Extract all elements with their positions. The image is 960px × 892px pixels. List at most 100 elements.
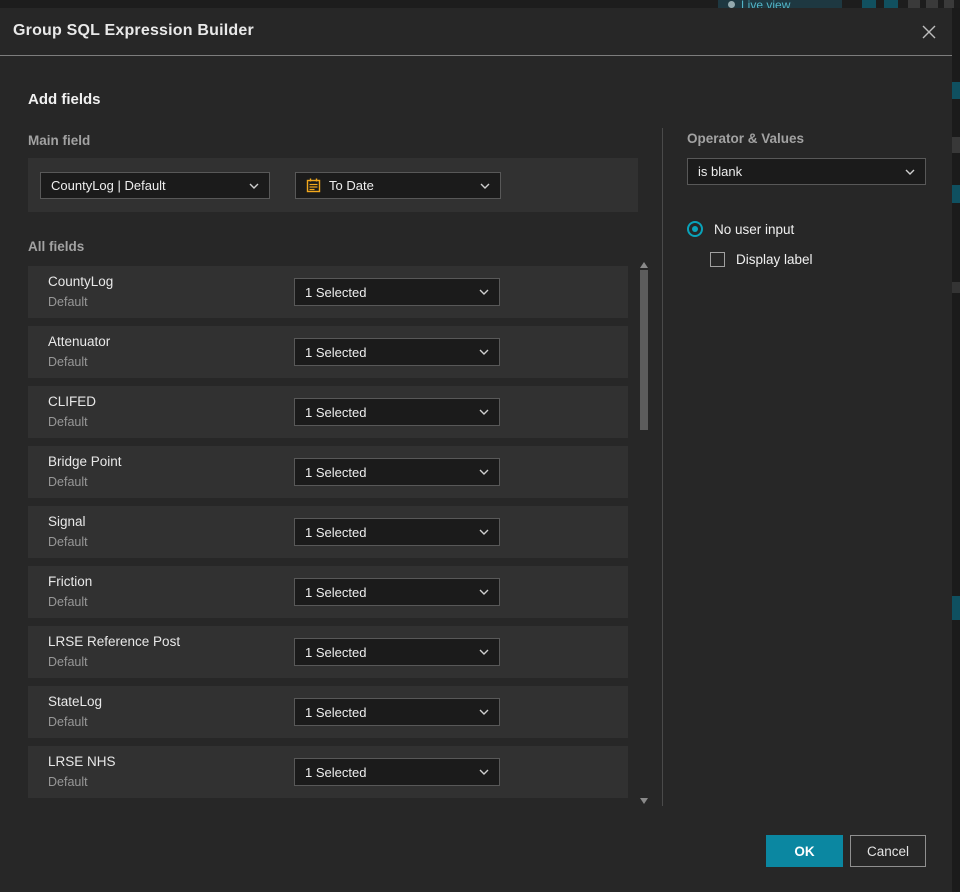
- field-selected-dropdown[interactable]: 1 Selected: [294, 578, 500, 606]
- dialog-title: Group SQL Expression Builder: [13, 22, 254, 39]
- background-panel-block: [952, 185, 960, 203]
- background-toolbar-icon: [908, 0, 920, 8]
- field-name: Signal: [48, 514, 86, 529]
- field-row: Attenuator Default 1 Selected: [28, 326, 628, 378]
- field-selected-dropdown[interactable]: 1 Selected: [294, 758, 500, 786]
- background-toolbar-icon: [862, 0, 876, 8]
- field-selected-value: 1 Selected: [305, 284, 367, 300]
- field-layer: Default: [48, 415, 88, 429]
- background-panel-block: [952, 282, 960, 293]
- chevron-down-icon: [479, 769, 489, 775]
- dialog-header: Group SQL Expression Builder: [0, 8, 952, 56]
- field-selected-dropdown[interactable]: 1 Selected: [294, 518, 500, 546]
- background-panel-block: [952, 596, 960, 620]
- field-layer: Default: [48, 295, 88, 309]
- scrollbar-up-icon[interactable]: [640, 262, 648, 268]
- field-layer: Default: [48, 715, 88, 729]
- add-fields-heading: Add fields: [28, 91, 101, 108]
- main-field-date-select[interactable]: To Date: [295, 172, 501, 199]
- ok-button[interactable]: OK: [766, 835, 843, 867]
- field-selected-value: 1 Selected: [305, 344, 367, 360]
- fields-list-scrollbar[interactable]: [639, 260, 649, 806]
- background-right-strip: [952, 8, 960, 892]
- main-field-container: CountyLog | Default To Date: [28, 158, 638, 212]
- live-view-dot-icon: [728, 1, 735, 8]
- field-selected-value: 1 Selected: [305, 524, 367, 540]
- operator-select[interactable]: is blank: [687, 158, 926, 185]
- field-selected-dropdown[interactable]: 1 Selected: [294, 698, 500, 726]
- field-row: CLIFED Default 1 Selected: [28, 386, 628, 438]
- live-view-button[interactable]: Live view: [718, 0, 842, 8]
- checkbox-unchecked-icon: [710, 252, 725, 267]
- operator-values-heading: Operator & Values: [687, 131, 805, 146]
- field-layer: Default: [48, 355, 88, 369]
- field-row: Signal Default 1 Selected: [28, 506, 628, 558]
- field-selected-value: 1 Selected: [305, 644, 367, 660]
- field-selected-dropdown[interactable]: 1 Selected: [294, 458, 500, 486]
- field-selected-dropdown[interactable]: 1 Selected: [294, 398, 500, 426]
- field-name: LRSE NHS: [48, 754, 116, 769]
- field-selected-value: 1 Selected: [305, 404, 367, 420]
- field-selected-value: 1 Selected: [305, 704, 367, 720]
- chevron-down-icon: [479, 349, 489, 355]
- scrollbar-down-icon[interactable]: [640, 798, 648, 804]
- background-toolbar-icon: [926, 0, 938, 8]
- chevron-down-icon: [249, 183, 259, 189]
- date-select-value: To Date: [329, 178, 374, 193]
- field-selected-dropdown[interactable]: 1 Selected: [294, 338, 500, 366]
- display-label-text: Display label: [736, 252, 813, 267]
- field-name: Bridge Point: [48, 454, 122, 469]
- field-name: CountyLog: [48, 274, 114, 289]
- field-name: StateLog: [48, 694, 103, 709]
- field-selected-value: 1 Selected: [305, 764, 367, 780]
- field-selected-dropdown[interactable]: 1 Selected: [294, 638, 500, 666]
- chevron-down-icon: [479, 529, 489, 535]
- live-view-label: Live view: [741, 0, 791, 8]
- field-name: Attenuator: [48, 334, 111, 349]
- field-row: Bridge Point Default 1 Selected: [28, 446, 628, 498]
- all-fields-label: All fields: [28, 239, 85, 254]
- display-label-checkbox[interactable]: Display label: [710, 252, 813, 267]
- field-layer: Default: [48, 535, 88, 549]
- chevron-down-icon: [479, 469, 489, 475]
- main-field-label: Main field: [28, 133, 91, 148]
- field-layer: Default: [48, 475, 88, 489]
- field-row: CountyLog Default 1 Selected: [28, 266, 628, 318]
- field-row: LRSE Reference Post Default 1 Selected: [28, 626, 628, 678]
- chevron-down-icon: [479, 409, 489, 415]
- field-row: StateLog Default 1 Selected: [28, 686, 628, 738]
- group-sql-expression-builder-dialog: Group SQL Expression Builder Add fields …: [0, 8, 952, 892]
- background-panel-block: [952, 137, 960, 153]
- field-layer: Default: [48, 655, 88, 669]
- field-layer: Default: [48, 775, 88, 789]
- field-selected-dropdown[interactable]: 1 Selected: [294, 278, 500, 306]
- field-selected-value: 1 Selected: [305, 584, 367, 600]
- screen: Live view Group SQL Expression Builder A…: [0, 0, 960, 892]
- field-name: LRSE Reference Post: [48, 634, 181, 649]
- background-panel-block: [952, 82, 960, 99]
- scrollbar-thumb[interactable]: [640, 270, 648, 430]
- no-user-input-radio[interactable]: No user input: [687, 221, 794, 237]
- cancel-button[interactable]: Cancel: [850, 835, 926, 867]
- field-selected-value: 1 Selected: [305, 464, 367, 480]
- field-row: Friction Default 1 Selected: [28, 566, 628, 618]
- chevron-down-icon: [905, 169, 915, 175]
- no-user-input-label: No user input: [714, 221, 795, 237]
- close-icon[interactable]: [918, 21, 940, 43]
- main-field-select[interactable]: CountyLog | Default: [40, 172, 270, 199]
- field-row: LRSE NHS Default 1 Selected: [28, 746, 628, 798]
- calendar-icon: [306, 178, 321, 193]
- panel-divider: [662, 128, 663, 806]
- chevron-down-icon: [479, 709, 489, 715]
- background-toolbar-icon: [944, 0, 954, 8]
- all-fields-list: CountyLog Default 1 Selected Attenuator …: [28, 266, 628, 806]
- background-toolbar-icon: [884, 0, 898, 8]
- background-top-strip: Live view: [0, 0, 960, 8]
- field-layer: Default: [48, 595, 88, 609]
- radio-selected-icon: [687, 221, 703, 237]
- chevron-down-icon: [479, 589, 489, 595]
- chevron-down-icon: [479, 289, 489, 295]
- chevron-down-icon: [479, 649, 489, 655]
- field-name: CLIFED: [48, 394, 97, 409]
- field-name: Friction: [48, 574, 93, 589]
